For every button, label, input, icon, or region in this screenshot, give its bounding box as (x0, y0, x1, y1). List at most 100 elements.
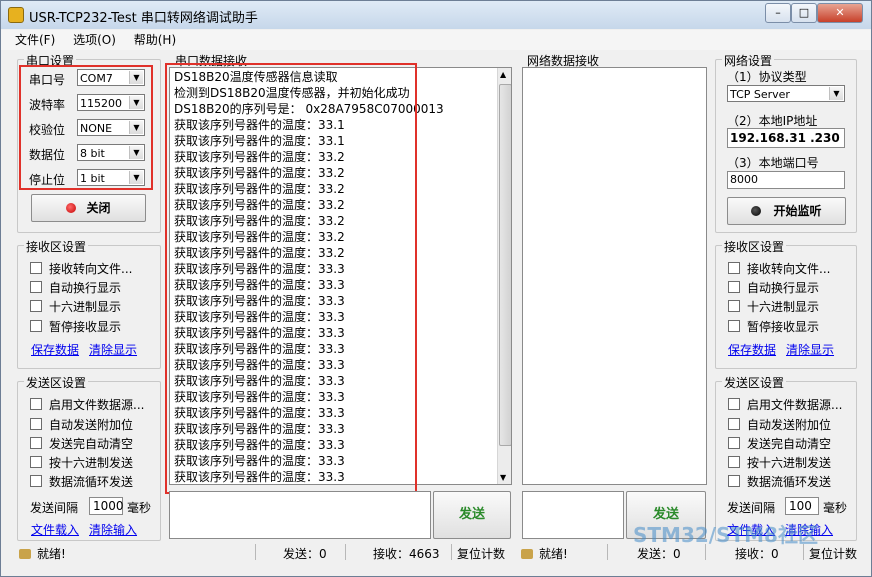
pause-display-label: 暂停接收显示 (49, 320, 122, 334)
protocol-label: （1）协议类型 (727, 70, 807, 84)
recv-to-file-checkbox[interactable]: 接收转向文件... (30, 260, 132, 277)
serial-send-button[interactable]: 发送 (433, 491, 511, 539)
databits-label: 数据位 (29, 148, 66, 162)
interval-unit: 毫秒 (127, 501, 152, 515)
net-recv-to-file-checkbox[interactable]: 接收转向文件... (728, 260, 830, 277)
checkbox-icon (30, 437, 42, 449)
auto-wrap-checkbox[interactable]: 自动换行显示 (30, 279, 121, 296)
local-ip-input[interactable]: 192.168.31 .230 (727, 128, 845, 148)
close-port-label: 关闭 (86, 201, 111, 215)
loop-send-label: 数据流循环发送 (49, 475, 134, 489)
port-label: 串口号 (29, 73, 66, 87)
net-hex-display-checkbox[interactable]: 十六进制显示 (728, 298, 819, 315)
net-auto-clear-checkbox[interactable]: 发送完自动清空 (728, 435, 831, 452)
chevron-down-icon: ▼ (129, 171, 143, 184)
start-listen-label: 开始监听 (773, 204, 822, 218)
close-window-button[interactable]: ✕ (817, 3, 863, 23)
black-led-icon (751, 206, 762, 216)
chevron-up-icon[interactable]: ▲ (500, 70, 506, 79)
net-loop-send-label: 数据流循环发送 (747, 475, 832, 489)
status-divider (607, 544, 608, 560)
status-ready-left: 就绪! (19, 545, 66, 562)
net-settings-label: 网络设置 (722, 52, 775, 69)
serial-send-settings-label: 发送区设置 (24, 374, 89, 391)
net-append-bit-checkbox[interactable]: 自动发送附加位 (728, 416, 831, 433)
menu-options[interactable]: 选项(O) (73, 30, 116, 50)
clear-display-link[interactable]: 清除显示 (89, 341, 137, 358)
checkbox-icon (30, 281, 42, 293)
protocol-value: TCP Server (730, 88, 790, 101)
reset-count-left[interactable]: 复位计数 (457, 545, 505, 562)
chevron-down-icon: ▼ (129, 71, 143, 84)
net-auto-clear-label: 发送完自动清空 (747, 437, 832, 451)
pause-display-checkbox[interactable]: 暂停接收显示 (30, 318, 121, 335)
watermark: STM32/STM8社区 (633, 523, 818, 547)
scroll-thumb[interactable] (499, 84, 511, 446)
load-file-link[interactable]: 文件载入 (31, 521, 79, 538)
highlight-box-receive (165, 63, 417, 494)
maximize-button[interactable]: □ (791, 3, 817, 23)
interval-input[interactable]: 1000 (89, 497, 124, 515)
net-receive-textarea[interactable] (522, 67, 707, 485)
net-save-data-link[interactable]: 保存数据 (728, 341, 776, 358)
checkbox-icon (30, 475, 42, 487)
file-source-checkbox[interactable]: 启用文件数据源... (30, 396, 144, 413)
loop-send-checkbox[interactable]: 数据流循环发送 (30, 473, 133, 490)
baud-label: 波特率 (29, 98, 66, 112)
status-ready-right: 就绪! (521, 545, 568, 562)
net-file-source-checkbox[interactable]: 启用文件数据源... (728, 396, 842, 413)
baud-value: 115200 (80, 97, 122, 110)
start-listen-button[interactable]: 开始监听 (727, 197, 846, 225)
databits-value: 8 bit (80, 147, 105, 160)
net-interval-unit: 毫秒 (823, 501, 848, 515)
minimize-button[interactable]: – (765, 3, 791, 23)
auto-clear-label: 发送完自动清空 (49, 437, 134, 451)
checkbox-icon (728, 262, 740, 274)
net-hex-send-checkbox[interactable]: 按十六进制发送 (728, 454, 831, 471)
hex-send-checkbox[interactable]: 按十六进制发送 (30, 454, 133, 471)
clear-input-link[interactable]: 清除输入 (89, 521, 137, 538)
save-data-link[interactable]: 保存数据 (31, 341, 79, 358)
checkbox-icon (728, 418, 740, 430)
net-file-source-label: 启用文件数据源... (747, 398, 843, 412)
baud-select[interactable]: 115200 ▼ (77, 94, 145, 111)
net-pause-display-checkbox[interactable]: 暂停接收显示 (728, 318, 819, 335)
status-ready-text-right: 就绪! (539, 547, 568, 561)
protocol-select[interactable]: TCP Server ▼ (727, 85, 845, 102)
menu-file[interactable]: 文件(F) (15, 30, 55, 50)
net-auto-wrap-label: 自动换行显示 (747, 281, 820, 295)
chevron-down-icon: ▼ (129, 121, 143, 134)
local-port-input[interactable]: 8000 (727, 171, 845, 189)
net-interval-input[interactable]: 100 (785, 497, 819, 515)
stopbits-select[interactable]: 1 bit ▼ (77, 169, 145, 186)
checkbox-icon (728, 437, 740, 449)
checkbox-icon (728, 398, 740, 410)
append-bit-checkbox[interactable]: 自动发送附加位 (30, 416, 133, 433)
serial-send-input[interactable] (169, 491, 431, 539)
net-auto-wrap-checkbox[interactable]: 自动换行显示 (728, 279, 819, 296)
checkbox-icon (30, 320, 42, 332)
port-select[interactable]: COM7 ▼ (77, 69, 145, 86)
chevron-down-icon: ▼ (129, 96, 143, 109)
serial-receive-scrollbar[interactable]: ▲ ▼ (497, 68, 511, 484)
net-append-bit-label: 自动发送附加位 (747, 418, 832, 432)
menu-help[interactable]: 帮助(H) (134, 30, 176, 50)
chevron-down-icon[interactable]: ▼ (500, 473, 506, 482)
chevron-down-icon: ▼ (829, 87, 843, 100)
net-loop-send-checkbox[interactable]: 数据流循环发送 (728, 473, 831, 490)
hex-display-checkbox[interactable]: 十六进制显示 (30, 298, 121, 315)
close-port-button[interactable]: 关闭 (31, 194, 146, 222)
net-clear-display-link[interactable]: 清除显示 (786, 341, 834, 358)
port-value: COM7 (80, 72, 113, 85)
databits-select[interactable]: 8 bit ▼ (77, 144, 145, 161)
checkbox-icon (30, 300, 42, 312)
parity-select[interactable]: NONE ▼ (77, 119, 145, 136)
hex-send-label: 按十六进制发送 (49, 456, 134, 470)
hex-display-label: 十六进制显示 (49, 300, 122, 314)
checkbox-icon (30, 456, 42, 468)
auto-clear-checkbox[interactable]: 发送完自动清空 (30, 435, 133, 452)
parity-label: 校验位 (29, 123, 66, 137)
local-port-label: （3）本地端口号 (727, 156, 819, 170)
status-divider (451, 544, 452, 560)
net-send-input[interactable] (522, 491, 624, 539)
